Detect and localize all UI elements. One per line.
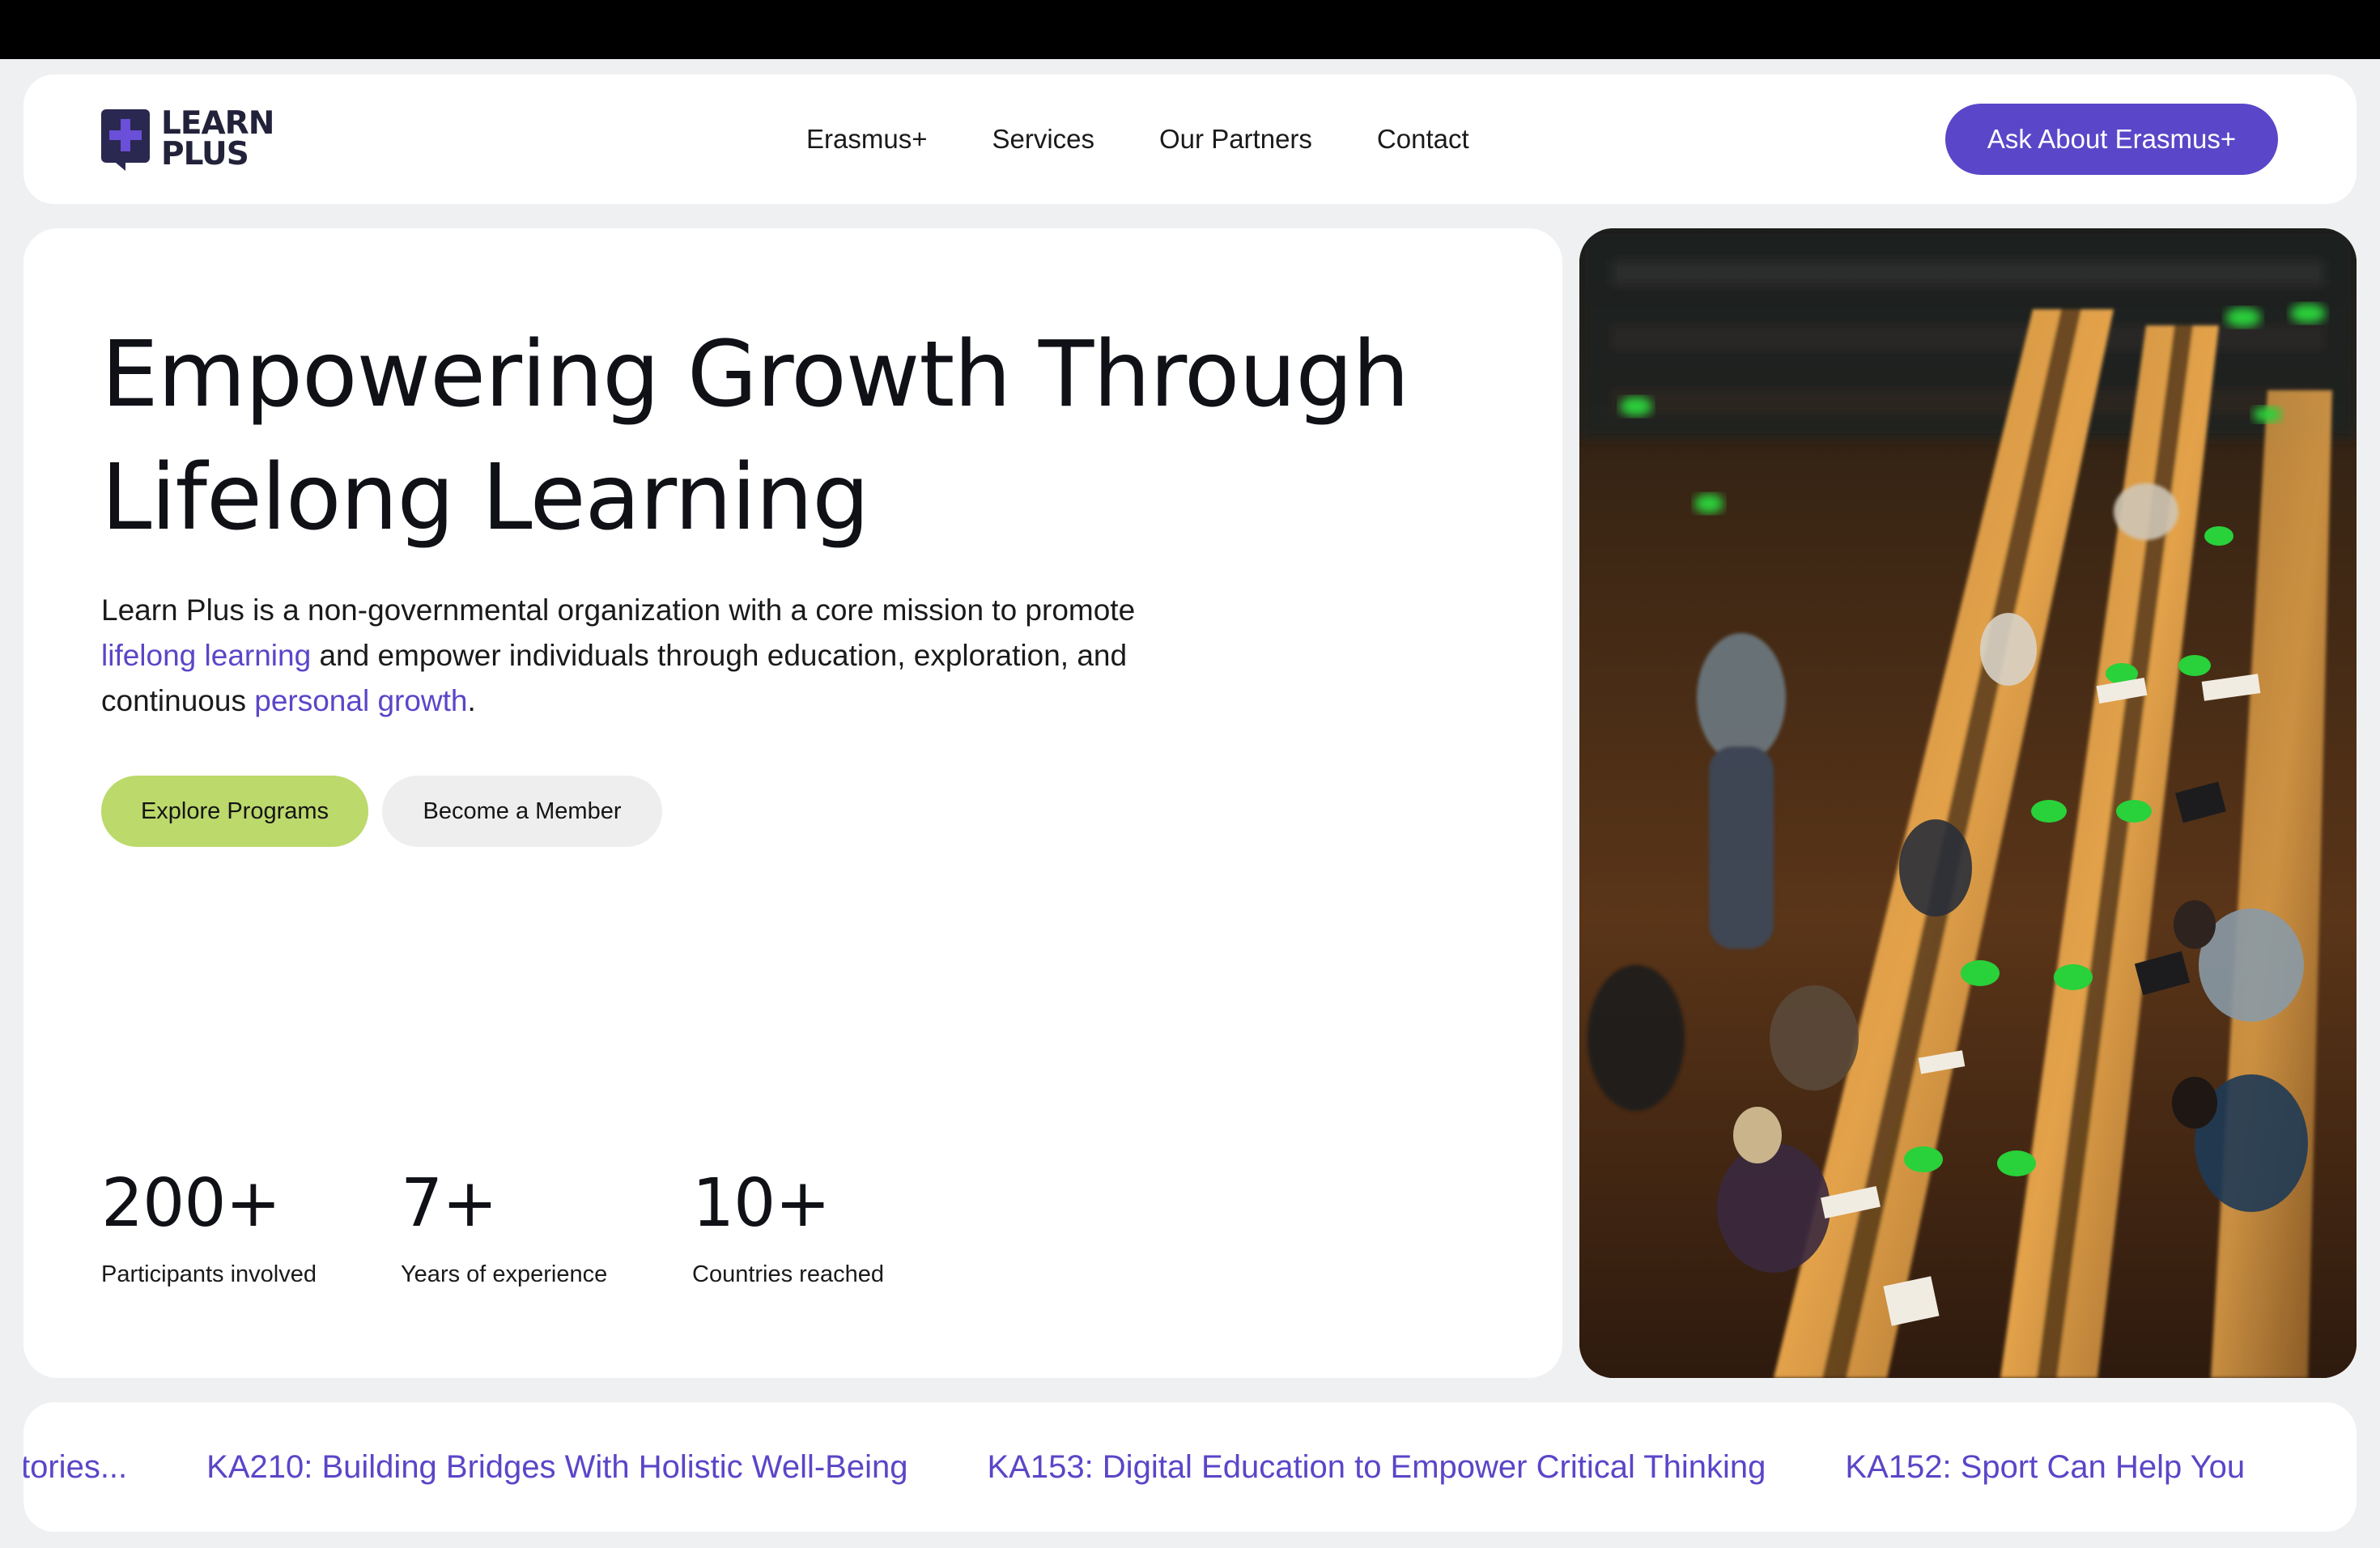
- site-header: LEARN PLUS Erasmus+ Services Our Partner…: [23, 74, 2357, 204]
- stat-countries: 10+ Countries reached: [692, 1167, 884, 1288]
- ticker-item[interactable]: KA210: Building Bridges With Holistic We…: [206, 1449, 907, 1486]
- explore-programs-button[interactable]: Explore Programs: [101, 776, 368, 847]
- highlight-lifelong-learning: lifelong learning: [101, 639, 312, 672]
- hero-description: Learn Plus is a non-governmental organiz…: [101, 588, 1154, 724]
- desc-text-1: Learn Plus is a non-governmental organiz…: [101, 593, 1136, 627]
- hero-title-line-2: Lifelong Learning: [101, 445, 869, 551]
- nav-link-services[interactable]: Services: [992, 124, 1094, 155]
- logo-wordmark: LEARN PLUS: [161, 108, 274, 170]
- hero-buttons: Explore Programs Become a Member: [101, 776, 662, 847]
- nav-link-erasmus[interactable]: Erasmus+: [806, 124, 927, 155]
- news-ticker: tories... KA210: Building Bridges With H…: [23, 1402, 2357, 1532]
- library-photo: [1579, 228, 2357, 1378]
- hero-section: Empowering Growth Through Lifelong Learn…: [23, 228, 1562, 1378]
- stat-participants: 200+ Participants involved: [101, 1167, 317, 1288]
- nav-link-contact[interactable]: Contact: [1377, 124, 1469, 155]
- stat-value: 7+: [401, 1165, 498, 1242]
- stat-label: Countries reached: [692, 1261, 884, 1287]
- highlight-personal-growth: personal growth: [254, 684, 468, 717]
- stat-years: 7+ Years of experience: [401, 1167, 607, 1288]
- stat-label: Years of experience: [401, 1261, 608, 1287]
- become-member-button[interactable]: Become a Member: [382, 776, 662, 847]
- stat-value: 10+: [692, 1165, 831, 1242]
- logo-line-1: LEARN: [161, 105, 274, 142]
- main-nav: Erasmus+ Services Our Partners Contact: [806, 74, 1534, 204]
- ticker-item[interactable]: KA153: Digital Education to Empower Crit…: [987, 1449, 1766, 1486]
- stat-value: 200+: [101, 1165, 281, 1242]
- ticker-item[interactable]: KA152: Sport Can Help You: [1845, 1449, 2245, 1486]
- nav-link-partners[interactable]: Our Partners: [1159, 124, 1312, 155]
- browser-top-bar: [0, 0, 2380, 59]
- ticker-item[interactable]: tories...: [23, 1449, 127, 1486]
- ticker-track: tories... KA210: Building Bridges With H…: [23, 1402, 2324, 1532]
- logo-plus-icon: [101, 108, 151, 171]
- site-logo[interactable]: LEARN PLUS: [101, 105, 274, 173]
- logo-line-2: PLUS: [161, 136, 249, 172]
- hero-title: Empowering Growth Through Lifelong Learn…: [101, 313, 1477, 559]
- hero-title-line-1: Empowering Growth Through: [101, 322, 1409, 427]
- stat-label: Participants involved: [101, 1261, 317, 1287]
- desc-text-3: .: [467, 684, 476, 717]
- ask-about-erasmus-button[interactable]: Ask About Erasmus+: [1945, 104, 2278, 175]
